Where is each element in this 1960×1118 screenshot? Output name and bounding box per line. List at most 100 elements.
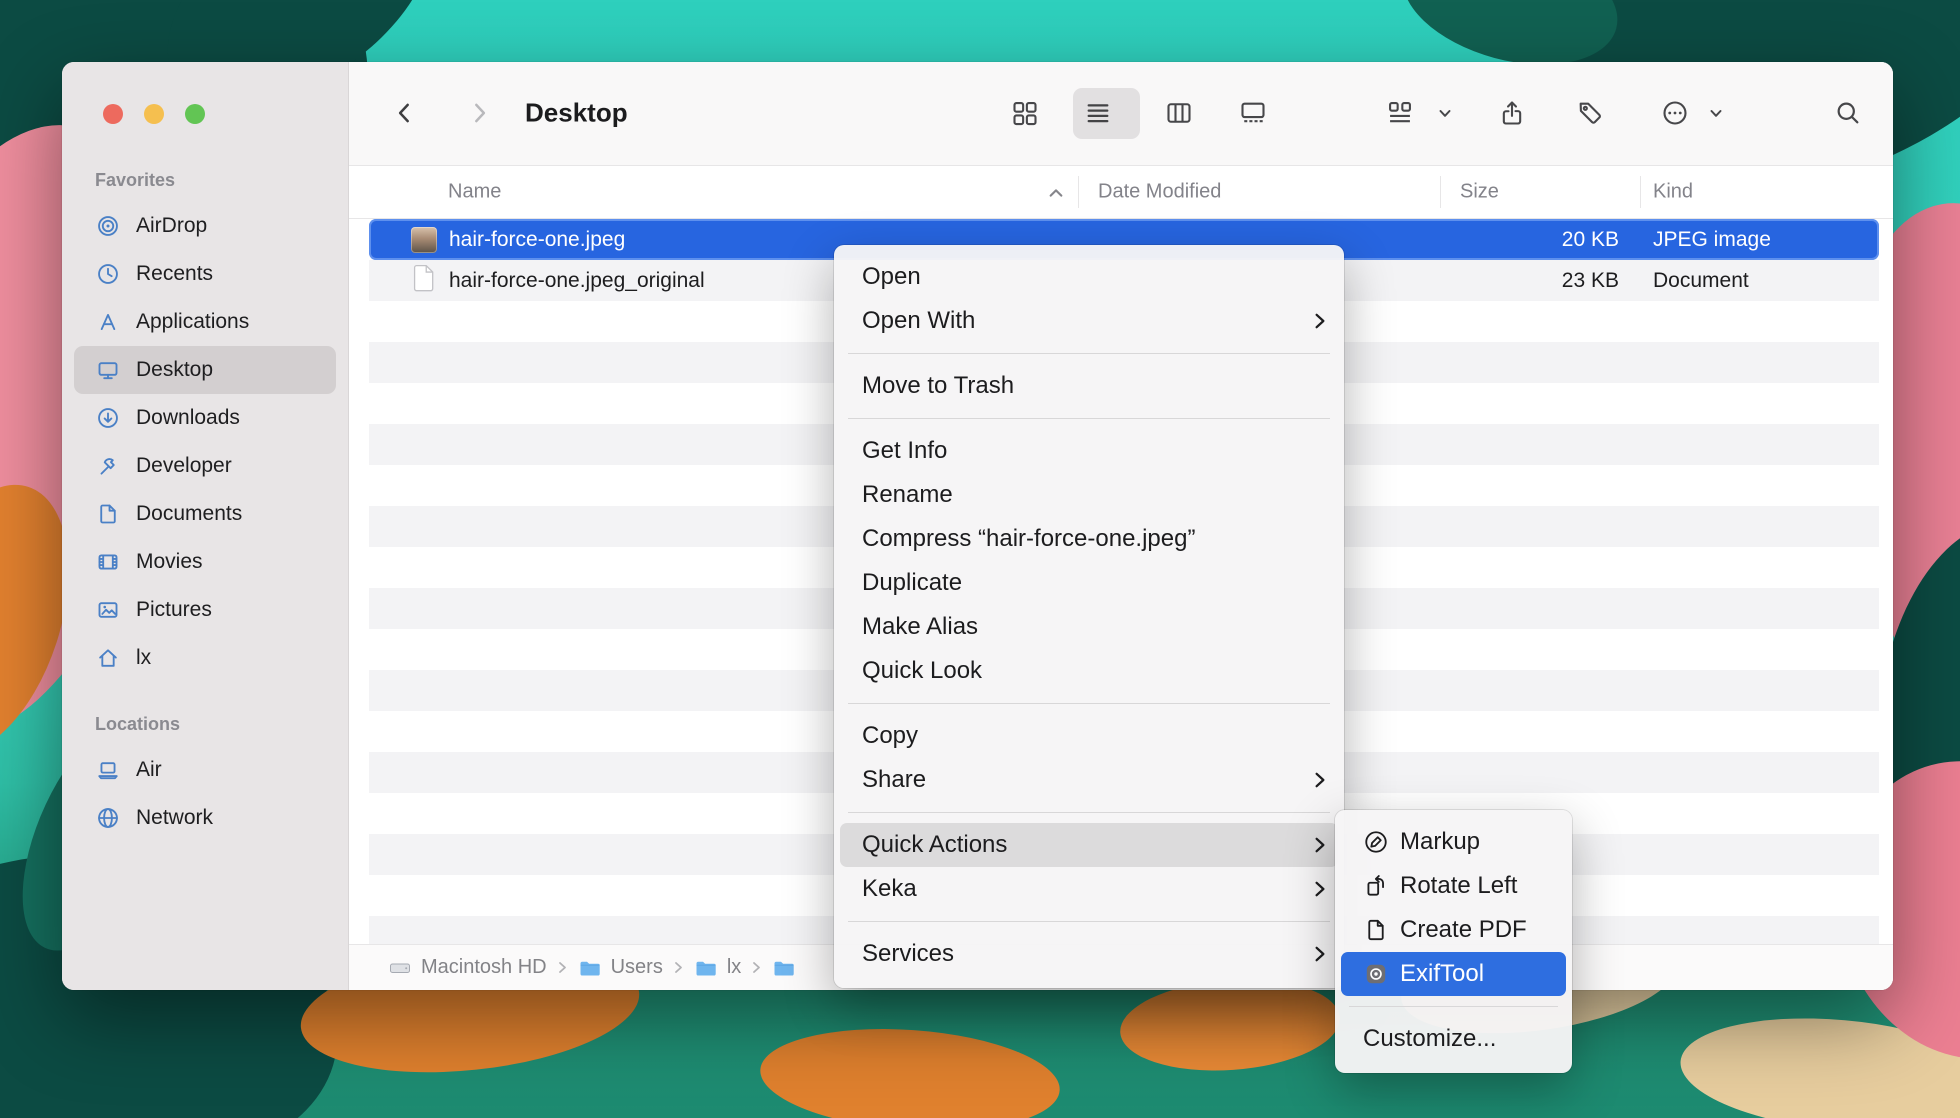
path-item-macintosh-hd[interactable]: Macintosh HD bbox=[388, 956, 547, 980]
chevron-right-icon bbox=[1314, 836, 1326, 854]
close-button[interactable] bbox=[103, 104, 123, 124]
menu-item-move-to-trash[interactable]: Move to Trash bbox=[840, 364, 1338, 408]
path-item-users[interactable]: Users bbox=[578, 956, 663, 980]
forward-button[interactable] bbox=[466, 98, 492, 128]
sidebar-item-label: Network bbox=[136, 806, 213, 830]
icon-view-button[interactable] bbox=[1011, 99, 1039, 127]
more-chevron-button[interactable] bbox=[1708, 105, 1724, 121]
column-divider[interactable] bbox=[1078, 176, 1079, 208]
menu-item-open[interactable]: Open bbox=[840, 255, 1338, 299]
ellipsis-circle-icon bbox=[1661, 99, 1689, 127]
sidebar-item-network[interactable]: Network bbox=[74, 794, 336, 842]
column-view-button[interactable] bbox=[1165, 99, 1193, 127]
group-button[interactable] bbox=[1386, 99, 1414, 127]
menu-separator bbox=[1349, 1006, 1558, 1007]
menu-item-quick-actions[interactable]: Quick Actions bbox=[840, 823, 1338, 867]
locations-list: Air Network bbox=[74, 746, 336, 842]
menu-item-services[interactable]: Services bbox=[840, 932, 1338, 976]
sidebar-item-label: Developer bbox=[136, 454, 232, 478]
hard-drive-icon bbox=[388, 956, 412, 980]
chevron-right-icon bbox=[557, 960, 568, 975]
back-button[interactable] bbox=[392, 98, 418, 128]
sidebar-item-label: Downloads bbox=[136, 406, 240, 430]
zoom-button[interactable] bbox=[185, 104, 205, 124]
airdrop-icon bbox=[96, 214, 120, 238]
file-kind: Document bbox=[1653, 269, 1749, 293]
sidebar-item-downloads[interactable]: Downloads bbox=[74, 394, 336, 442]
column-header-size[interactable]: Size bbox=[1460, 181, 1499, 204]
submenu-item-rotate-left[interactable]: Rotate Left bbox=[1341, 864, 1566, 908]
menu-separator bbox=[848, 921, 1330, 922]
chevron-left-icon bbox=[392, 98, 418, 128]
menu-item-label: Services bbox=[862, 940, 954, 968]
sidebar-item-documents[interactable]: Documents bbox=[74, 490, 336, 538]
chevron-right-icon bbox=[1314, 312, 1326, 330]
menu-item-share[interactable]: Share bbox=[840, 758, 1338, 802]
menu-item-open-with[interactable]: Open With bbox=[840, 299, 1338, 343]
column-header-kind[interactable]: Kind bbox=[1653, 181, 1693, 204]
create-pdf-icon bbox=[1363, 917, 1389, 943]
column-divider[interactable] bbox=[1440, 176, 1441, 208]
sidebar-item-applications[interactable]: Applications bbox=[74, 298, 336, 346]
sidebar-item-label: lx bbox=[136, 646, 151, 670]
list-view-button[interactable] bbox=[1084, 99, 1112, 127]
sidebar-item-desktop[interactable]: Desktop bbox=[74, 346, 336, 394]
more-button[interactable] bbox=[1661, 99, 1689, 127]
menu-item-label: Copy bbox=[862, 722, 918, 750]
path-item-label: Macintosh HD bbox=[421, 956, 547, 979]
tag-icon bbox=[1576, 99, 1604, 127]
submenu-item-create-pdf[interactable]: Create PDF bbox=[1341, 908, 1566, 952]
menu-item-quick-look[interactable]: Quick Look bbox=[840, 649, 1338, 693]
submenu-item-markup[interactable]: Markup bbox=[1341, 820, 1566, 864]
menu-item-duplicate[interactable]: Duplicate bbox=[840, 561, 1338, 605]
sidebar-item-air[interactable]: Air bbox=[74, 746, 336, 794]
sidebar-item-developer[interactable]: Developer bbox=[74, 442, 336, 490]
column-view-icon bbox=[1165, 99, 1193, 127]
menu-item-copy[interactable]: Copy bbox=[840, 714, 1338, 758]
rotate-left-icon bbox=[1363, 873, 1389, 899]
file-size: 20 KB bbox=[1459, 228, 1619, 252]
menu-separator bbox=[848, 812, 1330, 813]
sidebar-item-airdrop[interactable]: AirDrop bbox=[74, 202, 336, 250]
submenu-item-label: Customize... bbox=[1363, 1025, 1496, 1053]
share-button[interactable] bbox=[1498, 99, 1526, 127]
menu-item-label: Duplicate bbox=[862, 569, 962, 597]
desktop-icon bbox=[96, 358, 120, 382]
submenu-item-label: Rotate Left bbox=[1400, 872, 1517, 900]
submenu-item-exiftool[interactable]: ExifTool bbox=[1341, 952, 1566, 996]
sort-ascending-icon bbox=[1048, 187, 1064, 200]
menu-item-label: Share bbox=[862, 766, 926, 794]
menu-item-get-info[interactable]: Get Info bbox=[840, 429, 1338, 473]
favorites-header: Favorites bbox=[95, 170, 175, 191]
tag-button[interactable] bbox=[1576, 99, 1604, 127]
chevron-right-icon bbox=[1314, 771, 1326, 789]
gallery-view-button[interactable] bbox=[1239, 99, 1267, 127]
search-button[interactable] bbox=[1834, 99, 1862, 127]
group-icon bbox=[1386, 99, 1414, 127]
menu-item-keka[interactable]: Keka bbox=[840, 867, 1338, 911]
path-item-label: lx bbox=[727, 956, 741, 979]
column-header-name[interactable]: Name bbox=[448, 181, 501, 204]
menu-item-rename[interactable]: Rename bbox=[840, 473, 1338, 517]
sidebar-item-recents[interactable]: Recents bbox=[74, 250, 336, 298]
sidebar-item-movies[interactable]: Movies bbox=[74, 538, 336, 586]
menu-item-make-alias[interactable]: Make Alias bbox=[840, 605, 1338, 649]
laptop-icon bbox=[96, 758, 120, 782]
sidebar: Favorites AirDrop Recents Applications D… bbox=[62, 62, 349, 990]
path-item-lx[interactable]: lx bbox=[694, 956, 741, 980]
column-divider[interactable] bbox=[1640, 176, 1641, 208]
submenu-item-customize[interactable]: Customize... bbox=[1341, 1017, 1566, 1061]
home-icon bbox=[96, 646, 120, 670]
column-header-date-modified[interactable]: Date Modified bbox=[1098, 181, 1221, 204]
menu-item-label: Compress “hair-force-one.jpeg” bbox=[862, 525, 1195, 553]
search-icon bbox=[1834, 99, 1862, 127]
context-menu: Open Open With Move to Trash Get Info Re… bbox=[834, 245, 1344, 988]
sidebar-item-pictures[interactable]: Pictures bbox=[74, 586, 336, 634]
menu-item-compress[interactable]: Compress “hair-force-one.jpeg” bbox=[840, 517, 1338, 561]
group-chevron-button[interactable] bbox=[1437, 105, 1453, 121]
sidebar-item-lx-home[interactable]: lx bbox=[74, 634, 336, 682]
folder-icon bbox=[772, 956, 796, 980]
path-item-desktop[interactable] bbox=[772, 956, 805, 980]
menu-separator bbox=[848, 353, 1330, 354]
minimize-button[interactable] bbox=[144, 104, 164, 124]
